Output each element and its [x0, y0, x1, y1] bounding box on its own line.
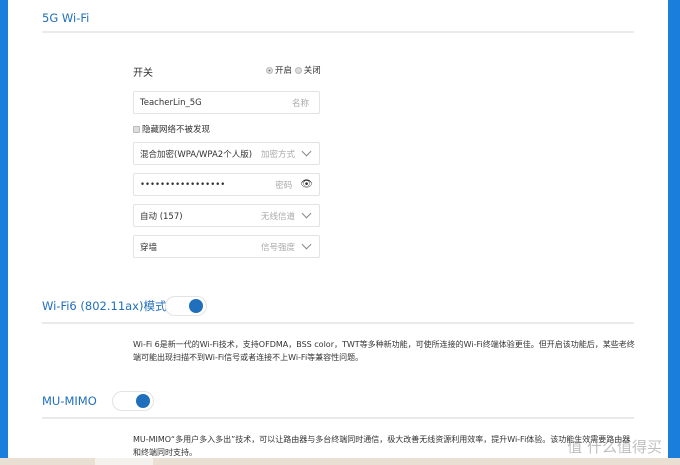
checkbox-icon	[133, 126, 140, 133]
mumimo-toggle[interactable]	[112, 391, 154, 411]
channel-select[interactable]: 自动 (157) 无线信道	[133, 204, 320, 227]
encryption-select[interactable]: 混合加密(WPA/WPA2个人版) 加密方式	[133, 142, 320, 165]
radio-on[interactable]: 开启	[266, 66, 292, 76]
ssid-label: 名称	[291, 98, 309, 109]
channel-label: 无线信道	[260, 211, 295, 222]
wifi6-toggle[interactable]	[165, 296, 207, 316]
channel-value: 自动 (157)	[140, 211, 183, 222]
power-value: 穿墙	[140, 242, 158, 253]
ssid-input[interactable]: TeacherLin_5G 名称	[133, 91, 320, 114]
divider	[42, 322, 634, 324]
encryption-value: 混合加密(WPA/WPA2个人版)	[140, 149, 253, 160]
ssid-value: TeacherLin_5G	[140, 97, 202, 108]
divider	[42, 31, 634, 33]
watermark: 值 什么值得买	[567, 438, 662, 456]
chevron-down-icon	[301, 208, 312, 219]
taskbar	[0, 458, 680, 465]
radio-icon	[266, 67, 273, 74]
section-title-5g: 5G Wi-Fi	[42, 11, 90, 25]
toggle-knob	[136, 394, 150, 408]
password-input[interactable]: ••••••••••••••••• 密码 👁	[133, 173, 320, 196]
wifi6-description: Wi-Fi 6是新一代的Wi-Fi技术，支持OFDMA，BSS color，TW…	[133, 340, 635, 362]
radio-on-label: 开启	[275, 66, 293, 76]
radio-off[interactable]: 关闭	[294, 66, 321, 76]
left-accent-bar	[0, 0, 8, 458]
wifi6-title: Wi-Fi6 (802.11ax)模式	[42, 299, 167, 313]
divider	[42, 417, 634, 419]
password-label: 密码	[275, 180, 293, 191]
radio-icon	[294, 67, 302, 74]
chevron-down-icon	[301, 239, 312, 250]
mumimo-title: MU-MIMO	[42, 394, 97, 408]
power-label: 信号强度	[260, 242, 295, 253]
eye-icon[interactable]: 👁	[300, 179, 313, 190]
chevron-down-icon	[301, 146, 312, 157]
mumimo-description: MU-MIMO“多用户多入多出”技术，可以让路由器与多台终端同时通信，极大改善无…	[133, 435, 631, 457]
scrollbar[interactable]	[668, 0, 680, 458]
encryption-label: 加密方式	[260, 149, 295, 160]
signal-strength-select[interactable]: 穿墙 信号强度	[133, 235, 320, 258]
switch-label: 开关	[133, 68, 153, 79]
hide-network-label: 隐藏网络不被发现	[142, 125, 211, 135]
radio-off-label: 关闭	[303, 66, 321, 76]
password-value: •••••••••••••••••	[140, 179, 226, 190]
hide-network-checkbox[interactable]: 隐藏网络不被发现	[133, 123, 210, 135]
toggle-knob	[189, 299, 203, 313]
